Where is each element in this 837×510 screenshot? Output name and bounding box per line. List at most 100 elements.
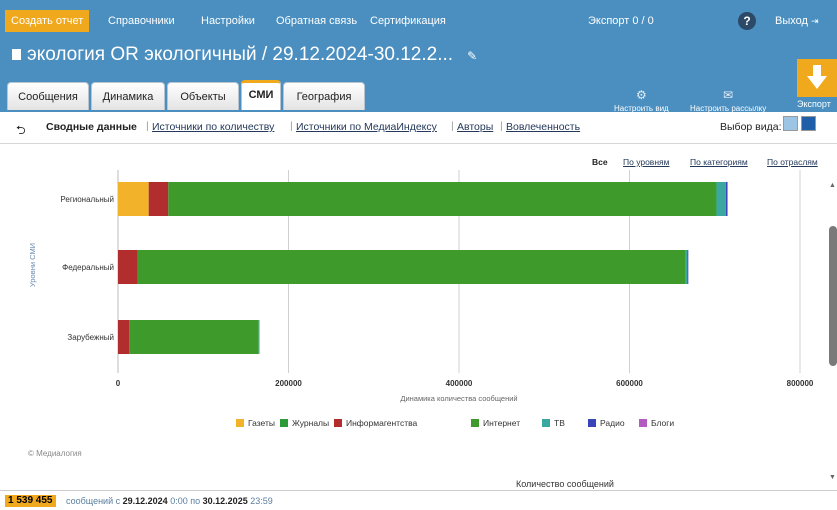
category-label: Федеральный (62, 263, 114, 272)
filter-by-category[interactable]: По категориям (690, 157, 748, 167)
nav-certification[interactable]: Сертификация (370, 10, 446, 32)
legend-swatch (542, 419, 550, 427)
legend-label: Информагентства (346, 418, 418, 428)
x-axis-title: Динамика количества сообщений (400, 394, 517, 403)
scroll-down-icon[interactable]: ▼ (829, 474, 836, 481)
report-title-bar: экология OR экологичный / 29.12.2024-30.… (12, 44, 477, 66)
legend-item[interactable]: Радио (588, 418, 625, 428)
to-word: по (190, 496, 201, 506)
top-navigation: Создать отчет Справочники Настройки Обра… (0, 10, 837, 32)
filter-all[interactable]: Все (592, 157, 608, 167)
bar-segment (258, 320, 260, 354)
status-bar: 1 539 455 сообщений с 29.12.2024 0:00 по… (0, 490, 837, 510)
x-tick-label: 0 (116, 379, 121, 388)
bar-segment (137, 250, 686, 284)
legend-item[interactable]: Газеты (236, 418, 275, 428)
media-level-chart: Региональный Федеральный Зарубежный 0 200000… (28, 170, 814, 403)
legend-item[interactable]: Информагентства (334, 418, 417, 428)
help-icon[interactable]: ? (738, 12, 756, 30)
tab-dynamics[interactable]: Динамика (91, 82, 165, 110)
scroll-up-icon[interactable]: ▲ (829, 182, 836, 189)
subnav-engagement[interactable]: Вовлеченность (506, 121, 580, 133)
legend-item[interactable]: ТВ (542, 418, 565, 428)
configure-mailing-button[interactable]: ✉ Настроить рассылку (690, 88, 766, 113)
from-time: 0:00 (170, 496, 188, 506)
logout-link[interactable]: Выход ⇥ (775, 10, 819, 32)
message-count: 1 539 455 (5, 495, 56, 507)
tab-objects[interactable]: Объекты (167, 82, 239, 110)
bar-segment (687, 250, 689, 284)
bar-segment (129, 320, 259, 354)
subnav-sources-count[interactable]: Источники по количеству (152, 121, 274, 133)
legend-item[interactable]: Журналы (280, 418, 329, 428)
bar-segment (118, 250, 138, 284)
legend-swatch (334, 419, 342, 427)
legend-swatch (471, 419, 479, 427)
legend-label: Радио (600, 418, 625, 428)
logout-label: Выход (775, 15, 808, 27)
bar-segment (725, 182, 728, 216)
filter-by-level[interactable]: По уровням (623, 157, 669, 167)
scrollbar-thumb[interactable] (829, 226, 837, 366)
bar-segment (168, 182, 717, 216)
legend-label: Блоги (651, 418, 675, 428)
category-label: Зарубежный (67, 333, 114, 342)
configure-view-button[interactable]: ⚙ Настроить вид (614, 88, 669, 113)
scrollbar[interactable]: ▲ ▼ (829, 182, 837, 486)
chart-view-icon[interactable] (801, 116, 816, 131)
report-icon (12, 49, 21, 60)
subnav-separator: | (146, 120, 149, 132)
legend-swatch (236, 419, 244, 427)
subnav-separator: | (500, 120, 503, 132)
from-word: с (115, 496, 121, 506)
tab-geography[interactable]: География (283, 82, 365, 110)
subnav-summary[interactable]: Сводные данные (46, 121, 137, 133)
messages-word: сообщений (66, 496, 114, 506)
gear-icon: ⚙ (635, 88, 647, 102)
tab-media[interactable]: СМИ (241, 80, 281, 110)
from-date: 29.12.2024 (122, 496, 168, 506)
x-tick-label: 800000 (787, 379, 814, 388)
export-button[interactable]: Экспорт (797, 59, 837, 115)
legend-label: Газеты (248, 418, 276, 428)
bar-segment (716, 182, 726, 216)
logout-icon: ⇥ (810, 16, 819, 26)
legend-swatch (588, 419, 596, 427)
legend-swatch (639, 419, 647, 427)
subnav-separator: | (290, 120, 293, 132)
download-icon (797, 59, 837, 97)
subnav-sources-mediaindex[interactable]: Источники по МедиаИндексу (296, 121, 437, 133)
create-report-button[interactable]: Создать отчет (5, 10, 90, 32)
nav-directories[interactable]: Справочники (108, 10, 175, 32)
legend-label: Интернет (483, 418, 521, 428)
category-label: Региональный (60, 195, 114, 204)
period-info: сообщений с 29.12.2024 0:00 по 30.12.202… (66, 496, 273, 506)
report-title: экология OR экологичный / 29.12.2024-30.… (27, 44, 454, 65)
bar-segment (148, 182, 169, 216)
x-tick-label: 200000 (275, 379, 302, 388)
to-time: 23:59 (250, 496, 273, 506)
y-axis-title: Уровни СМИ (28, 243, 37, 287)
subnav-authors[interactable]: Авторы (457, 121, 493, 133)
sub-navigation: ⮌ Сводные данные | Источники по количест… (0, 112, 837, 144)
nav-feedback[interactable]: Обратная связь (276, 10, 357, 32)
legend-item[interactable]: Интернет (471, 418, 520, 428)
bar-segment (685, 250, 688, 284)
table-view-icon[interactable] (783, 116, 798, 131)
export-label: Экспорт (797, 99, 831, 109)
bar-segment (118, 320, 130, 354)
mail-icon: ✉ (723, 88, 734, 102)
to-date: 30.12.2025 (202, 496, 248, 506)
x-tick-label: 400000 (446, 379, 473, 388)
bar-segment (118, 182, 149, 216)
view-select-label: Выбор вида: (720, 121, 782, 133)
edit-pencil-icon[interactable]: ✎ (467, 49, 477, 63)
export-counter[interactable]: Экспорт 0 / 0 (588, 10, 654, 32)
legend-item[interactable]: Блоги (639, 418, 674, 428)
back-icon[interactable]: ⮌ (16, 121, 26, 142)
copyright: © Медиалогия (28, 449, 82, 458)
tab-messages[interactable]: Сообщения (7, 82, 89, 110)
nav-settings[interactable]: Настройки (201, 10, 255, 32)
filter-by-industry[interactable]: По отраслям (767, 157, 818, 167)
legend-label: Журналы (292, 418, 330, 428)
